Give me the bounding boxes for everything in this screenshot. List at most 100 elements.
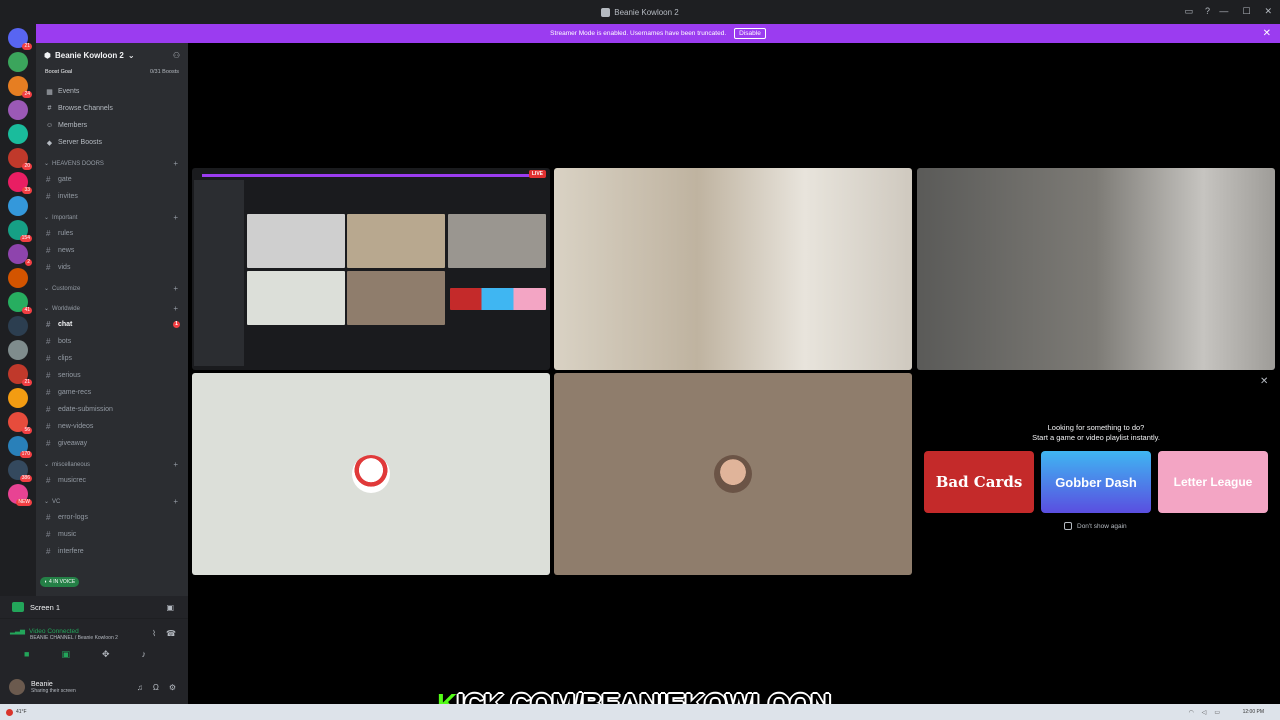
server-icon[interactable]: 56	[8, 412, 32, 434]
server-menu-item[interactable]: ☺ Members	[36, 117, 188, 134]
server-icon[interactable]	[8, 388, 28, 408]
channel-label: interfere	[58, 548, 84, 555]
battery-icon[interactable]: ▭	[1214, 709, 1220, 716]
voice-status[interactable]: Video Connected	[29, 628, 79, 635]
maximize-button[interactable]: ☐	[1242, 6, 1250, 17]
dont-show-again[interactable]: Don't show again	[1064, 522, 1127, 530]
channel-item[interactable]: # serious	[36, 367, 188, 384]
soundboard-icon[interactable]: ♪	[142, 649, 147, 660]
server-icon[interactable]: 2	[8, 244, 32, 266]
weather-widget[interactable]: 41°F	[6, 708, 27, 716]
unread-badge: 1	[173, 321, 180, 328]
server-icon[interactable]: 33	[8, 172, 32, 194]
avatar-tile-2[interactable]	[554, 373, 912, 575]
channel-label: bots	[58, 338, 72, 345]
server-icon[interactable]: 154	[8, 220, 32, 242]
channel-item[interactable]: # new-videos	[36, 418, 188, 435]
channel-category[interactable]: ⌄ Worldwide +	[36, 301, 188, 316]
activities-icon[interactable]: ✥	[102, 649, 110, 660]
avatar[interactable]	[9, 679, 25, 695]
channel-item[interactable]: # interfere	[36, 543, 188, 560]
channel-item[interactable]: # rules	[36, 225, 188, 242]
channel-item[interactable]: # game-recs	[36, 384, 188, 401]
channel-category[interactable]: ⌄ Customize +	[36, 281, 188, 296]
close-activity-icon[interactable]: ✕	[1260, 376, 1268, 387]
add-channel-icon[interactable]: +	[173, 460, 178, 469]
noise-suppression-icon[interactable]: ⌇	[152, 629, 156, 638]
screen-label: Screen 1	[30, 602, 61, 612]
channel-item[interactable]: # error-logs	[36, 509, 188, 526]
share-screen-icon[interactable]: ▣	[61, 649, 70, 660]
server-menu-item[interactable]: ▦ Events	[36, 83, 188, 100]
server-icon[interactable]: 20	[8, 148, 32, 170]
server-icon[interactable]: 41	[8, 292, 32, 314]
channel-category[interactable]: ⌄ HEAVENS DOORS +	[36, 156, 188, 171]
add-channel-icon[interactable]: +	[173, 284, 178, 293]
channel-item[interactable]: # musicrec	[36, 472, 188, 489]
screen-share-tile[interactable]: LIVE	[192, 168, 550, 370]
channel-item[interactable]: # gate	[36, 171, 188, 188]
server-icon[interactable]	[8, 124, 28, 144]
server-icon[interactable]: 170	[8, 436, 32, 458]
in-voice-pill[interactable]: ◖ 4 IN VOICE	[40, 577, 80, 587]
settings-gear-icon[interactable]: ⚙	[169, 683, 176, 692]
clock[interactable]: 12:00 PM	[1243, 709, 1264, 715]
volume-icon[interactable]: ◁	[1202, 709, 1207, 716]
channel-item[interactable]: # invites	[36, 188, 188, 205]
server-icon[interactable]	[8, 316, 28, 336]
channel-item[interactable]: # giveaway	[36, 435, 188, 452]
server-icon[interactable]	[8, 196, 28, 216]
disconnect-icon[interactable]: ☎	[166, 629, 176, 638]
channel-category[interactable]: ⌄ miscellaneous +	[36, 457, 188, 472]
server-icon[interactable]	[8, 100, 28, 120]
headphones-icon[interactable]: Ω	[153, 683, 159, 692]
server-icon[interactable]: 21	[8, 28, 32, 50]
server-icon[interactable]: NEW	[8, 484, 32, 506]
game-card-gobber-dash[interactable]: Gobber Dash	[1041, 451, 1151, 513]
channel-item[interactable]: # clips	[36, 350, 188, 367]
server-icon[interactable]	[8, 52, 28, 72]
server-menu-item[interactable]: ◆ Server Boosts	[36, 134, 188, 151]
dont-show-checkbox[interactable]	[1064, 522, 1072, 530]
channel-category[interactable]: ⌄ Important +	[36, 210, 188, 225]
add-channel-icon[interactable]: +	[173, 213, 178, 222]
channel-item[interactable]: # news	[36, 242, 188, 259]
wifi-icon[interactable]: ◠	[1188, 709, 1193, 716]
game-card-bad-cards[interactable]: Bad Cards	[924, 451, 1034, 513]
add-channel-icon[interactable]: +	[173, 304, 178, 313]
close-icon[interactable]: ✕	[1263, 28, 1271, 39]
channel-item[interactable]: # bots	[36, 333, 188, 350]
channel-category[interactable]: ⌄ VC +	[36, 494, 188, 509]
help-icon[interactable]: ?	[1205, 6, 1210, 17]
server-icon[interactable]: 24	[8, 76, 32, 98]
channel-item[interactable]: # vids	[36, 259, 188, 276]
server-menu-item[interactable]: # Browse Channels	[36, 100, 188, 117]
disable-streamer-mode-button[interactable]: Disable	[734, 28, 766, 39]
game-card-letter-league[interactable]: Letter League	[1158, 451, 1268, 513]
server-icon[interactable]: 21	[8, 364, 32, 386]
channel-label: edate-submission	[58, 406, 113, 413]
microphone-icon[interactable]: ♫	[137, 683, 143, 692]
avatar-tile-1[interactable]	[192, 373, 550, 575]
inbox-icon[interactable]: ▭	[1184, 6, 1193, 17]
server-header[interactable]: ⬢ Beanie Kowloon 2 ⌄ ⚇	[36, 43, 188, 67]
channel-item[interactable]: # edate-submission	[36, 401, 188, 418]
webcam-tile-1[interactable]	[554, 168, 912, 370]
camera-icon[interactable]: ■	[24, 649, 29, 660]
hash-icon: #	[46, 263, 51, 272]
popout-icon[interactable]: ▣	[166, 603, 174, 612]
server-icon[interactable]: 386	[8, 460, 32, 482]
boost-goal[interactable]: Boost Goal 0/31 Boosts	[42, 69, 182, 81]
menu-item-label: Events	[58, 88, 80, 95]
invite-people-icon[interactable]: ⚇	[173, 51, 180, 60]
add-channel-icon[interactable]: +	[173, 497, 178, 506]
server-icon[interactable]	[8, 340, 28, 360]
webcam-tile-2[interactable]	[917, 168, 1275, 370]
add-channel-icon[interactable]: +	[173, 159, 178, 168]
channel-item[interactable]: # chat 1	[36, 316, 188, 333]
minimize-button[interactable]: —	[1219, 6, 1228, 17]
close-window-button[interactable]: ✕	[1264, 6, 1272, 17]
channel-item[interactable]: # music	[36, 526, 188, 543]
screen-share-panel[interactable]: Screen 1 ▣	[0, 596, 188, 618]
server-icon[interactable]	[8, 268, 28, 288]
